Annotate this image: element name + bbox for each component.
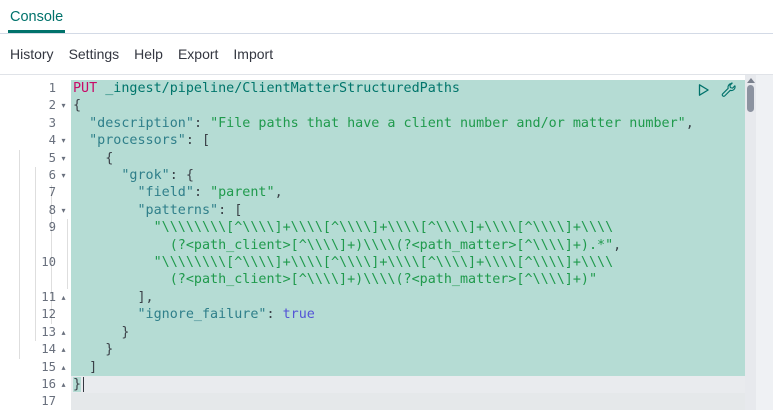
menu-import[interactable]: Import xyxy=(233,46,273,62)
line-number: 16 xyxy=(0,376,56,393)
fold-open-icon[interactable]: ▾ xyxy=(56,167,71,184)
line-number: 8 xyxy=(0,202,56,219)
request-options-button[interactable] xyxy=(719,82,737,100)
code-line xyxy=(71,393,745,410)
code-line: } xyxy=(71,376,745,393)
fold-close-icon[interactable]: ▴ xyxy=(56,359,71,376)
line-number: 17 xyxy=(0,393,56,410)
fold-close-icon[interactable]: ▴ xyxy=(56,341,71,358)
tab-active-underline xyxy=(8,30,65,33)
line-number: 2 xyxy=(0,97,56,114)
code-line: } xyxy=(71,341,745,358)
line-number: 1 xyxy=(0,80,56,97)
code-line: { xyxy=(71,150,745,167)
code-line: ], xyxy=(71,289,745,306)
gutter-row: 17 xyxy=(0,393,71,410)
code-line: "processors": [ xyxy=(71,132,745,149)
line-number: 9 xyxy=(0,219,56,236)
code-line: PUT _ingest/pipeline/ClientMatterStructu… xyxy=(71,80,745,97)
gutter-row: 15▴ xyxy=(0,359,71,376)
gutter-row: 3 xyxy=(0,115,71,132)
indent-guide xyxy=(19,150,20,359)
code-line: } xyxy=(71,324,745,341)
fold-open-icon[interactable]: ▾ xyxy=(56,150,71,167)
fold-open-icon[interactable]: ▾ xyxy=(56,202,71,219)
code-editor[interactable]: 12▾34▾5▾6▾78▾91011▴1213▴14▴15▴16▴17 PUT … xyxy=(0,74,773,410)
menu-help[interactable]: Help xyxy=(134,46,163,62)
menu-history[interactable]: History xyxy=(10,46,54,62)
line-number xyxy=(0,271,56,288)
request-actions xyxy=(694,82,737,100)
line-number: 4 xyxy=(0,132,56,149)
code-line: "patterns": [ xyxy=(71,202,745,219)
fold-close-icon[interactable]: ▴ xyxy=(56,289,71,306)
line-number: 7 xyxy=(0,184,56,201)
gutter-row: 14▴ xyxy=(0,341,71,358)
fold-close-icon[interactable]: ▴ xyxy=(56,324,71,341)
line-number: 5 xyxy=(0,150,56,167)
fold-spacer xyxy=(56,237,71,254)
code-line: "description": "File paths that have a c… xyxy=(71,115,745,132)
line-number: 11 xyxy=(0,289,56,306)
code-line: (?<path_client>[^\\\\]+)\\\\(?<path_matt… xyxy=(71,237,745,254)
fold-spacer xyxy=(56,219,71,236)
fold-spacer xyxy=(56,393,71,410)
gutter-row: 5▾ xyxy=(0,150,71,167)
fold-close-icon[interactable]: ▴ xyxy=(56,376,71,393)
code-line: "\\\\\\\\[^\\\\]+\\\\[^\\\\]+\\\\[^\\\\]… xyxy=(71,254,745,271)
code-line: "ignore_failure": true xyxy=(71,306,745,323)
code-line: { xyxy=(71,97,745,114)
scroll-up-arrow-icon[interactable] xyxy=(747,78,755,83)
menu-settings[interactable]: Settings xyxy=(69,46,120,62)
code-line: "field": "parent", xyxy=(71,184,745,201)
line-number xyxy=(0,237,56,254)
line-number: 3 xyxy=(0,115,56,132)
line-number: 12 xyxy=(0,306,56,323)
fold-spacer xyxy=(56,80,71,97)
play-icon xyxy=(695,82,711,101)
text-cursor xyxy=(83,377,85,392)
indent-guide xyxy=(51,185,52,324)
send-request-button[interactable] xyxy=(694,82,712,100)
line-number: 13 xyxy=(0,324,56,341)
fold-open-icon[interactable]: ▾ xyxy=(56,132,71,149)
line-number: 14 xyxy=(0,341,56,358)
line-number: 15 xyxy=(0,359,56,376)
wrench-icon xyxy=(720,82,736,101)
console-menu-bar: History Settings Help Export Import xyxy=(0,34,773,74)
indent-guide xyxy=(35,167,36,341)
gutter-row: 1 xyxy=(0,80,71,97)
menu-export[interactable]: Export xyxy=(178,46,218,62)
line-number: 10 xyxy=(0,254,56,271)
code-line: ] xyxy=(71,359,745,376)
editor-right-margin xyxy=(756,75,773,410)
fold-open-icon[interactable]: ▾ xyxy=(56,97,71,114)
line-number: 6 xyxy=(0,167,56,184)
indent-guide xyxy=(67,219,68,289)
gutter-row: 4▾ xyxy=(0,132,71,149)
tab-console-label: Console xyxy=(10,9,63,25)
gutter-row: 2▾ xyxy=(0,97,71,114)
code-line: "\\\\\\\\[^\\\\]+\\\\[^\\\\]+\\\\[^\\\\]… xyxy=(71,219,745,236)
code-line: "grok": { xyxy=(71,167,745,184)
fold-spacer xyxy=(56,184,71,201)
scrollbar-thumb[interactable] xyxy=(747,85,754,112)
scrollbar-track[interactable] xyxy=(745,75,756,410)
tab-console[interactable]: Console xyxy=(10,0,63,33)
fold-spacer xyxy=(56,254,71,271)
fold-spacer xyxy=(56,271,71,288)
code-line: (?<path_client>[^\\\\]+)\\\\(?<path_matt… xyxy=(71,271,745,288)
fold-spacer xyxy=(56,115,71,132)
gutter-row: 16▴ xyxy=(0,376,71,393)
fold-spacer xyxy=(56,306,71,323)
tab-bar: Console xyxy=(0,0,773,34)
code-rows: PUT _ingest/pipeline/ClientMatterStructu… xyxy=(71,80,745,410)
